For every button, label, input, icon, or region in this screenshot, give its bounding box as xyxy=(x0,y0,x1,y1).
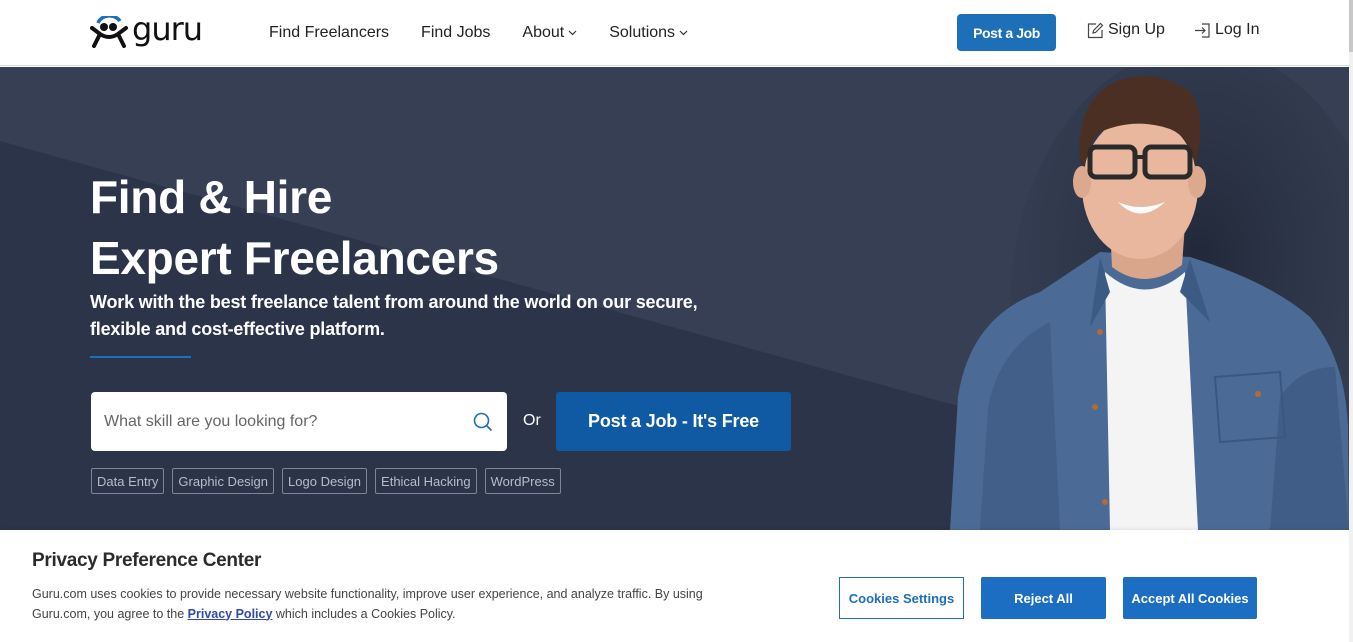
cookie-text-after: which includes a Cookies Policy. xyxy=(272,606,456,621)
cookie-consent-banner: Privacy Preference Center Guru.com uses … xyxy=(0,530,1349,642)
accept-all-cookies-button[interactable]: Accept All Cookies xyxy=(1123,577,1257,619)
nav-about[interactable]: About xyxy=(522,24,577,42)
hero-title-line2: Expert Freelancers xyxy=(90,232,499,284)
hero-subtitle-line2: flexible and cost-effective platform. xyxy=(90,319,385,339)
sign-up-link[interactable]: Sign Up xyxy=(1087,21,1165,39)
guru-person-icon xyxy=(90,16,128,48)
accent-divider xyxy=(90,356,191,358)
hero-title: Find & Hire Expert Freelancers xyxy=(90,167,499,289)
chevron-down-icon xyxy=(568,30,577,36)
main-nav: Find Freelancers Find Jobs About Solutio… xyxy=(269,0,720,66)
nav-label: Find Freelancers xyxy=(269,24,390,41)
skill-tag[interactable]: Logo Design xyxy=(282,468,368,494)
hero-title-line1: Find & Hire xyxy=(90,171,333,223)
hero-section: Find & Hire Expert Freelancers Work with… xyxy=(0,67,1349,530)
sign-up-label: Sign Up xyxy=(1108,21,1165,38)
or-label: Or xyxy=(523,412,541,429)
nav-label: Find Jobs xyxy=(421,24,491,41)
edit-icon xyxy=(1087,22,1104,38)
cookies-settings-button[interactable]: Cookies Settings xyxy=(839,577,964,619)
skill-search-input[interactable] xyxy=(104,412,464,431)
scrollbar-thumb[interactable] xyxy=(1349,0,1353,52)
login-icon xyxy=(1195,22,1210,38)
popular-skill-tags: Data Entry Graphic Design Logo Design Et… xyxy=(91,468,569,494)
cookie-banner-title: Privacy Preference Center xyxy=(32,550,262,571)
chevron-down-icon xyxy=(679,30,688,36)
nav-label: Solutions xyxy=(609,24,676,41)
search-icon[interactable] xyxy=(473,412,493,432)
log-in-link[interactable]: Log In xyxy=(1194,21,1259,39)
guru-logo[interactable]: guru xyxy=(90,10,225,50)
nav-find-freelancers[interactable]: Find Freelancers xyxy=(269,24,389,42)
header-post-job-button[interactable]: Post a Job xyxy=(957,14,1056,51)
hero-subtitle: Work with the best freelance talent from… xyxy=(90,289,730,343)
site-header: guru Find Freelancers Find Jobs About So… xyxy=(0,0,1349,66)
cookie-banner-text: Guru.com uses cookies to provide necessa… xyxy=(32,585,752,624)
nav-solutions[interactable]: Solutions xyxy=(609,24,688,42)
skill-tag[interactable]: Data Entry xyxy=(91,468,165,494)
post-job-free-button[interactable]: Post a Job - It's Free xyxy=(556,392,791,451)
nav-find-jobs[interactable]: Find Jobs xyxy=(421,24,490,42)
skill-tag[interactable]: Ethical Hacking xyxy=(375,468,477,494)
skill-tag[interactable]: WordPress xyxy=(484,468,561,494)
nav-label: About xyxy=(522,24,565,41)
logo-wordmark: guru xyxy=(132,10,203,48)
reject-all-button[interactable]: Reject All xyxy=(981,577,1106,619)
log-in-label: Log In xyxy=(1215,21,1260,38)
page-scrollbar[interactable] xyxy=(1349,0,1353,642)
hero-subtitle-line1: Work with the best freelance talent from… xyxy=(90,292,698,312)
skill-tag[interactable]: Graphic Design xyxy=(172,468,275,494)
skill-search-box xyxy=(91,392,507,451)
hero-person-image xyxy=(950,67,1349,530)
privacy-policy-link[interactable]: Privacy Policy xyxy=(188,607,273,621)
